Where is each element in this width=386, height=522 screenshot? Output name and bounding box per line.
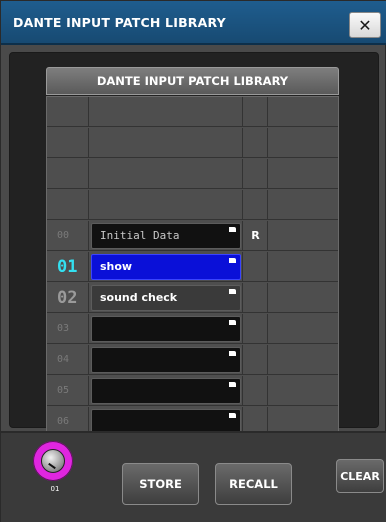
row-number: 03 — [57, 323, 70, 334]
title-field-01[interactable]: show — [91, 254, 241, 280]
dante-input-patch-library-window: DANTE INPUT PATCH LIBRARY ✕ DANTE INPUT … — [0, 0, 386, 522]
library-list: 00 Initial Data R 01 show 02 sound check… — [46, 96, 339, 441]
title-field-03[interactable] — [91, 316, 241, 342]
title-field-05[interactable] — [91, 378, 241, 404]
knob-pointer — [48, 462, 56, 470]
library-header: DANTE INPUT PATCH LIBRARY — [46, 67, 339, 95]
knob-cap — [41, 449, 65, 473]
clear-button[interactable]: CLEAR — [336, 459, 384, 493]
title-field-00[interactable]: Initial Data — [91, 223, 241, 249]
row-number: 01 — [57, 257, 78, 277]
row-number: 02 — [57, 288, 78, 308]
read-only-flag — [243, 252, 268, 282]
knob-label: 01 — [50, 485, 60, 493]
row-title: show — [100, 260, 133, 273]
edit-name-icon[interactable] — [229, 351, 236, 356]
empty-row — [47, 159, 338, 189]
title-field-04[interactable] — [91, 347, 241, 373]
empty-row — [47, 128, 338, 158]
edit-name-icon[interactable] — [229, 258, 236, 263]
edit-name-icon[interactable] — [229, 382, 236, 387]
empty-row — [47, 190, 338, 220]
close-button[interactable]: ✕ — [349, 12, 381, 38]
title-field-02[interactable]: sound check — [91, 285, 241, 311]
close-icon: ✕ — [358, 15, 372, 35]
row-number: 04 — [57, 354, 70, 365]
store-button[interactable]: STORE — [122, 463, 199, 505]
edit-name-icon[interactable] — [229, 320, 236, 325]
read-only-flag — [243, 283, 268, 313]
library-row-04[interactable]: 04 — [47, 345, 338, 375]
library-row-00[interactable]: 00 Initial Data R — [47, 221, 338, 251]
empty-row — [47, 97, 338, 127]
row-number: 05 — [57, 385, 70, 396]
library-row-03[interactable]: 03 — [47, 314, 338, 344]
library-row-01[interactable]: 01 show — [47, 252, 338, 282]
edit-name-icon[interactable] — [229, 413, 236, 418]
knob-icon[interactable] — [33, 441, 73, 481]
row-title: Initial Data — [100, 229, 180, 242]
read-only-flag: R — [251, 229, 260, 242]
row-number: 00 — [57, 230, 70, 241]
edit-name-icon[interactable] — [229, 227, 236, 232]
library-row-05[interactable]: 05 — [47, 376, 338, 406]
row-title: sound check — [100, 291, 178, 304]
title-bar: DANTE INPUT PATCH LIBRARY ✕ — [1, 1, 386, 45]
edit-name-icon[interactable] — [229, 289, 236, 294]
window-title: DANTE INPUT PATCH LIBRARY — [13, 15, 226, 30]
recall-button[interactable]: RECALL — [215, 463, 292, 505]
library-row-02[interactable]: 02 sound check — [47, 283, 338, 313]
